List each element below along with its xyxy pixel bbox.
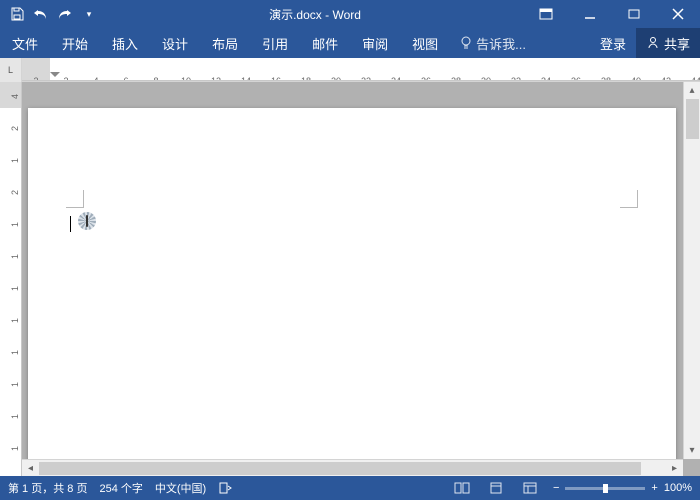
- tab-mailings[interactable]: 邮件: [300, 28, 350, 58]
- web-layout-icon[interactable]: [519, 479, 541, 497]
- share-icon: [646, 36, 660, 50]
- status-word-count[interactable]: 254 个字: [99, 480, 142, 496]
- share-button[interactable]: 共享: [636, 28, 700, 58]
- hscroll-thumb[interactable]: [39, 462, 641, 475]
- scroll-up-icon[interactable]: ▴: [684, 82, 700, 99]
- mouse-cursor-icon: [78, 212, 96, 230]
- ribbon-options-icon[interactable]: [524, 0, 568, 28]
- tab-insert[interactable]: 插入: [100, 28, 150, 58]
- login-link[interactable]: 登录: [590, 34, 636, 53]
- lightbulb-icon: [460, 36, 472, 50]
- tab-home[interactable]: 开始: [50, 28, 100, 58]
- text-cursor: [70, 216, 71, 232]
- print-layout-icon[interactable]: [485, 479, 507, 497]
- tell-me-label: 告诉我...: [476, 34, 526, 53]
- ruler-corner[interactable]: L: [0, 58, 22, 82]
- close-icon[interactable]: [656, 0, 700, 28]
- scroll-left-icon[interactable]: ◂: [22, 460, 39, 477]
- scroll-right-icon[interactable]: ▸: [666, 460, 683, 477]
- margin-mark-tr: [620, 190, 638, 208]
- redo-icon[interactable]: [56, 5, 74, 23]
- read-mode-icon[interactable]: [451, 479, 473, 497]
- minimize-icon[interactable]: [568, 0, 612, 28]
- horizontal-ruler[interactable]: 2246810121416182022242628303234363840424…: [22, 58, 700, 81]
- track-changes-icon[interactable]: [218, 481, 232, 495]
- zoom-out-icon[interactable]: −: [553, 482, 559, 494]
- scroll-down-icon[interactable]: ▾: [684, 442, 700, 459]
- zoom-level[interactable]: 100%: [664, 482, 692, 494]
- page[interactable]: [28, 108, 676, 476]
- share-label: 共享: [664, 34, 690, 53]
- maximize-icon[interactable]: [612, 0, 656, 28]
- vscroll-thumb[interactable]: [686, 99, 699, 139]
- indent-marker[interactable]: [50, 72, 60, 77]
- tab-review[interactable]: 审阅: [350, 28, 400, 58]
- status-language[interactable]: 中文(中国): [155, 480, 206, 496]
- vertical-scrollbar[interactable]: ▴ ▾: [683, 82, 700, 459]
- tab-references[interactable]: 引用: [250, 28, 300, 58]
- qat-dropdown-icon[interactable]: ▾: [80, 5, 98, 23]
- zoom-slider[interactable]: [565, 487, 645, 490]
- document-area[interactable]: ▴ ▾: [22, 82, 700, 476]
- tab-design[interactable]: 设计: [150, 28, 200, 58]
- tab-view[interactable]: 视图: [400, 28, 450, 58]
- tell-me-search[interactable]: 告诉我...: [450, 34, 536, 53]
- save-icon[interactable]: [8, 5, 26, 23]
- status-page[interactable]: 第 1 页，共 8 页: [8, 480, 87, 496]
- vertical-ruler[interactable]: 421211111111: [0, 82, 22, 476]
- window-title: 演示.docx - Word: [106, 6, 524, 23]
- margin-mark-tl: [66, 190, 84, 208]
- tab-file[interactable]: 文件: [0, 28, 50, 58]
- tab-layout[interactable]: 布局: [200, 28, 250, 58]
- horizontal-scrollbar[interactable]: ◂ ▸: [22, 459, 683, 476]
- zoom-in-icon[interactable]: +: [651, 482, 657, 494]
- undo-icon[interactable]: [32, 5, 50, 23]
